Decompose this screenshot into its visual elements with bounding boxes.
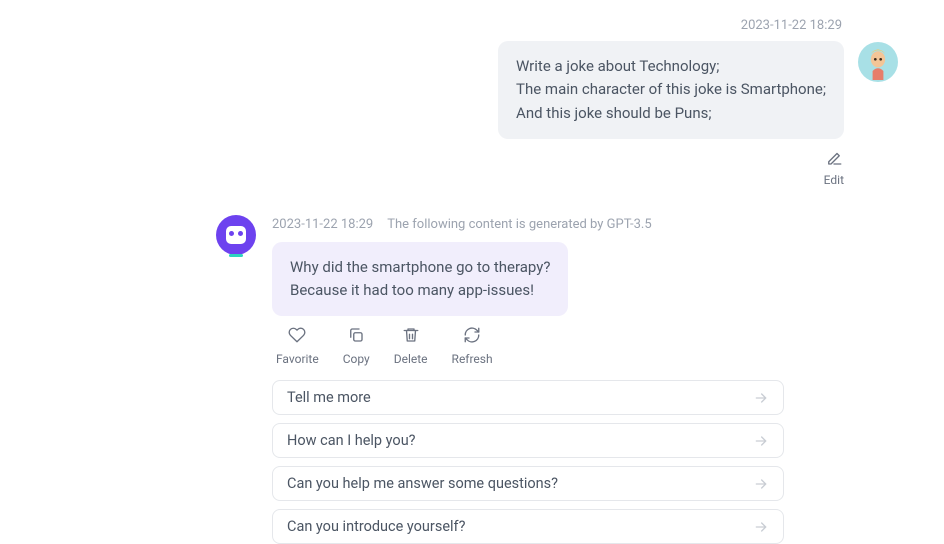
heart-icon	[288, 326, 306, 348]
refresh-button[interactable]: Refresh	[452, 326, 493, 366]
suggestion-label: Can you help me answer some questions?	[287, 475, 558, 492]
favorite-label: Favorite	[276, 352, 319, 366]
refresh-icon	[463, 326, 481, 348]
delete-button[interactable]: Delete	[394, 326, 428, 366]
trash-icon	[402, 326, 420, 348]
suggestion-button[interactable]: Tell me more	[272, 380, 784, 415]
edit-button[interactable]: Edit	[824, 149, 844, 187]
arrow-right-icon	[753, 433, 769, 449]
assistant-timestamp: 2023-11-22 18:29	[272, 217, 373, 232]
arrow-right-icon	[753, 476, 769, 492]
delete-label: Delete	[394, 352, 428, 366]
user-message-line: Write a joke about Technology;	[516, 55, 826, 78]
copy-icon	[347, 326, 365, 348]
edit-label: Edit	[824, 173, 844, 187]
user-message-bubble: Write a joke about Technology; The main …	[498, 41, 844, 139]
user-message-line: The main character of this joke is Smart…	[516, 78, 826, 101]
arrow-right-icon	[753, 519, 769, 535]
assistant-message-line: Because it had too many app-issues!	[290, 279, 550, 302]
suggestion-label: How can I help you?	[287, 432, 416, 449]
edit-icon	[825, 149, 843, 171]
suggestion-button[interactable]: Can you introduce yourself?	[272, 509, 784, 544]
assistant-avatar	[216, 215, 256, 255]
refresh-label: Refresh	[452, 352, 493, 366]
favorite-button[interactable]: Favorite	[276, 326, 319, 366]
suggestion-button[interactable]: Can you help me answer some questions?	[272, 466, 784, 501]
copy-button[interactable]: Copy	[343, 326, 370, 366]
copy-label: Copy	[343, 352, 370, 366]
user-avatar	[858, 42, 898, 82]
suggestion-button[interactable]: How can I help you?	[272, 423, 784, 458]
user-message-line: And this joke should be Puns;	[516, 102, 826, 125]
suggestion-label: Can you introduce yourself?	[287, 518, 465, 535]
suggestion-label: Tell me more	[287, 389, 371, 406]
assistant-message-line: Why did the smartphone go to therapy?	[290, 256, 550, 279]
arrow-right-icon	[753, 390, 769, 406]
user-timestamp: 2023-11-22 18:29	[741, 18, 844, 33]
generation-notice: The following content is generated by GP…	[387, 217, 651, 232]
assistant-message-bubble: Why did the smartphone go to therapy? Be…	[272, 242, 568, 317]
